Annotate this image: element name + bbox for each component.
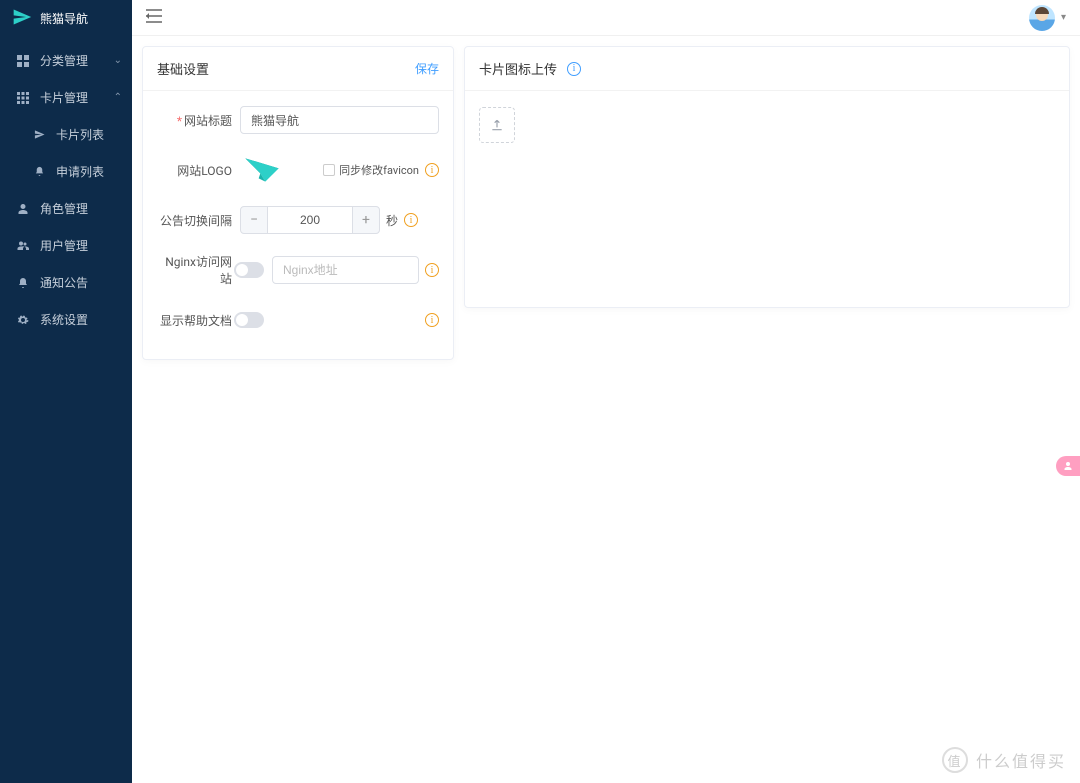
card-title: 卡片图标上传: [479, 59, 557, 78]
main-area: ▾ 基础设置 保存 *网站标题 网站LOGO: [132, 0, 1080, 783]
site-title-label: 网站标题: [184, 114, 232, 128]
sync-favicon-label: 同步修改favicon: [339, 162, 419, 178]
app-name: 熊猫导航: [40, 10, 88, 27]
sidebar-item-notice[interactable]: 通知公告: [0, 264, 132, 301]
sidebar-label: 分类管理: [40, 52, 88, 69]
notice-interval-label: 公告切换间隔: [160, 214, 232, 228]
watermark-circle: 值: [942, 747, 968, 773]
upload-button[interactable]: [479, 107, 515, 143]
info-icon[interactable]: i: [404, 213, 418, 227]
content: 基础设置 保存 *网站标题 网站LOGO: [132, 36, 1080, 783]
sidebar-label: 系统设置: [40, 311, 88, 328]
paper-plane-icon: [12, 7, 32, 30]
app-logo: 熊猫导航: [0, 0, 132, 36]
sidebar-menu: 分类管理 ⌄ 卡片管理 ⌃ 卡片列表 申请列表 角色管理: [0, 36, 132, 338]
interval-unit: 秒: [386, 212, 398, 229]
sidebar-label: 申请列表: [56, 163, 104, 180]
sidebar-label: 通知公告: [40, 274, 88, 291]
basic-settings-card: 基础设置 保存 *网站标题 网站LOGO: [142, 46, 454, 360]
notice-interval-row: 公告切换间隔 − + 秒 i: [157, 205, 439, 235]
sidebar-item-apply-list[interactable]: 申请列表: [0, 153, 132, 190]
card-header: 基础设置 保存: [143, 47, 453, 91]
decrement-button[interactable]: −: [240, 206, 268, 234]
sidebar-item-user[interactable]: 用户管理: [0, 227, 132, 264]
sidebar: 熊猫导航 分类管理 ⌄ 卡片管理 ⌃ 卡片列表 申请列表: [0, 0, 132, 783]
site-logo-row: 网站LOGO 同步修改favicon i: [157, 153, 439, 187]
logo-preview[interactable]: [240, 153, 284, 187]
increment-button[interactable]: +: [352, 206, 380, 234]
card-header: 卡片图标上传 i: [465, 47, 1069, 91]
avatar: [1029, 5, 1055, 31]
bell-icon: [32, 165, 46, 179]
interval-stepper: − +: [240, 206, 380, 234]
sidebar-item-card[interactable]: 卡片管理 ⌃: [0, 79, 132, 116]
site-title-row: *网站标题: [157, 105, 439, 135]
gear-icon: [16, 313, 30, 327]
topbar: ▾: [132, 0, 1080, 36]
card-title: 基础设置: [157, 59, 209, 78]
sidebar-item-card-list[interactable]: 卡片列表: [0, 116, 132, 153]
save-button[interactable]: 保存: [415, 60, 439, 77]
grid-icon: [16, 91, 30, 105]
sync-favicon-checkbox[interactable]: [323, 164, 335, 176]
caret-down-icon: ▾: [1061, 12, 1066, 23]
grid-icon: [16, 54, 30, 68]
nginx-label: Nginx访问网站: [165, 255, 232, 286]
nginx-row: Nginx访问网站 i: [157, 253, 439, 287]
sidebar-label: 角色管理: [40, 200, 88, 217]
nginx-input[interactable]: [272, 256, 419, 284]
sidebar-label: 卡片列表: [56, 126, 104, 143]
chevron-up-icon: ⌃: [114, 92, 122, 103]
users-icon: [16, 239, 30, 253]
watermark-text: 什么值得买: [976, 748, 1066, 772]
user-icon: [16, 202, 30, 216]
float-badge[interactable]: [1056, 456, 1080, 476]
sidebar-label: 卡片管理: [40, 89, 88, 106]
help-doc-switch[interactable]: [234, 312, 264, 328]
site-logo-label: 网站LOGO: [177, 164, 232, 178]
watermark: 值 什么值得买: [942, 747, 1066, 773]
sidebar-item-category[interactable]: 分类管理 ⌄: [0, 42, 132, 79]
info-icon[interactable]: i: [567, 62, 581, 76]
nginx-switch[interactable]: [234, 262, 264, 278]
info-icon[interactable]: i: [425, 313, 439, 327]
icon-upload-card: 卡片图标上传 i: [464, 46, 1070, 308]
help-doc-label: 显示帮助文档: [160, 314, 232, 328]
site-title-input[interactable]: [240, 106, 439, 134]
info-icon[interactable]: i: [425, 163, 439, 177]
help-doc-row: 显示帮助文档 i: [157, 305, 439, 335]
sidebar-item-settings[interactable]: 系统设置: [0, 301, 132, 338]
user-menu[interactable]: ▾: [1029, 5, 1066, 31]
info-icon[interactable]: i: [425, 263, 439, 277]
sidebar-item-role[interactable]: 角色管理: [0, 190, 132, 227]
plane-icon: [32, 128, 46, 142]
collapse-sidebar-button[interactable]: [146, 9, 162, 26]
interval-input[interactable]: [268, 206, 352, 234]
chevron-down-icon: ⌄: [114, 55, 122, 66]
sidebar-label: 用户管理: [40, 237, 88, 254]
bell-icon: [16, 276, 30, 290]
